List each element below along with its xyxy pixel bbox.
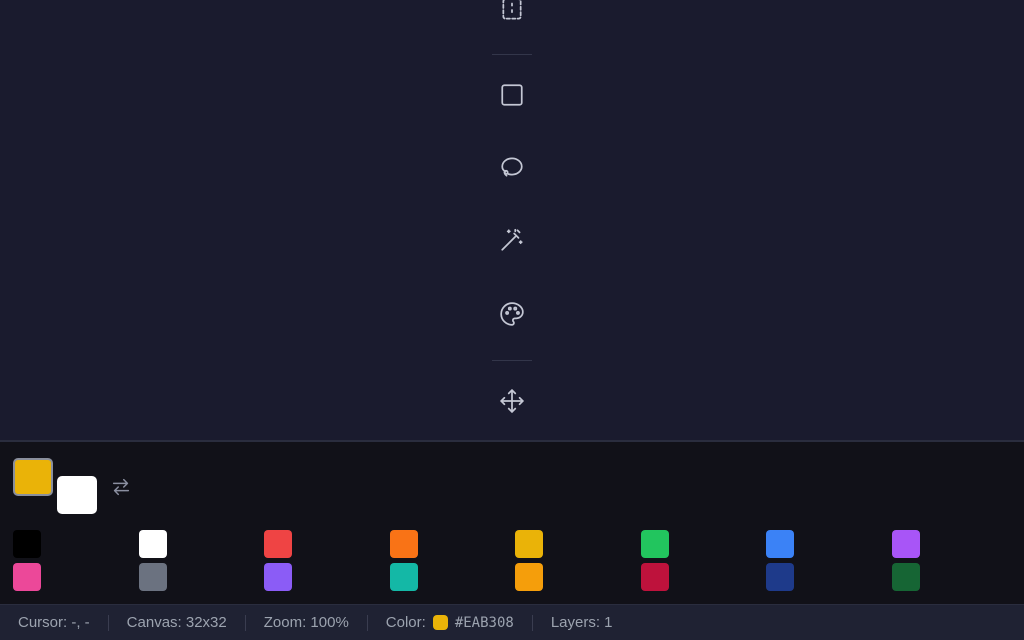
palette-swatch[interactable] xyxy=(892,530,920,558)
palette-swatch[interactable] xyxy=(390,563,418,591)
palette-tool-button[interactable] xyxy=(498,300,526,328)
palette-swatch[interactable] xyxy=(390,530,418,558)
magic-wand-icon xyxy=(501,228,523,251)
toolbar-divider xyxy=(492,54,532,55)
rectangle-tool-button[interactable] xyxy=(498,81,526,109)
palette-swatch[interactable] xyxy=(13,530,41,558)
zoom-level: Zoom: 100% xyxy=(263,614,349,631)
lasso-icon xyxy=(501,157,523,177)
tool-toolbar xyxy=(490,0,534,440)
palette-swatch[interactable] xyxy=(264,530,292,558)
move-icon xyxy=(500,389,524,413)
dashed-rect-icon xyxy=(502,0,522,20)
status-bar: Cursor: -, - Canvas: 32x32 Zoom: 100% Co… xyxy=(0,604,1024,640)
canvas-size: Canvas: 32x32 xyxy=(126,614,227,631)
color-indicator xyxy=(432,615,448,630)
secondary-color-swatch[interactable] xyxy=(57,476,97,514)
current-color: Color: #EAB308 xyxy=(368,614,532,631)
palette-swatch[interactable] xyxy=(264,563,292,591)
palette-swatch[interactable] xyxy=(139,563,167,591)
palette-swatch[interactable] xyxy=(641,563,669,591)
canvas-area[interactable] xyxy=(0,0,1024,440)
toolbar-divider xyxy=(492,360,532,361)
layer-count: Layers: 1 xyxy=(550,614,613,631)
palette-swatch[interactable] xyxy=(766,530,794,558)
palette-swatch[interactable] xyxy=(641,530,669,558)
color-panel xyxy=(0,440,1024,604)
cursor-position: Cursor: -, - xyxy=(18,614,90,631)
square-icon xyxy=(501,84,523,106)
swap-colors-button[interactable] xyxy=(110,476,132,498)
palette-swatch[interactable] xyxy=(892,563,920,591)
palette-icon xyxy=(500,302,524,326)
primary-color-swatch[interactable] xyxy=(13,458,53,496)
palette-swatch[interactable] xyxy=(766,563,794,591)
palette-swatch[interactable] xyxy=(13,563,41,591)
swap-icon xyxy=(112,478,130,496)
magic-wand-tool-button[interactable] xyxy=(498,226,526,254)
palette-swatch[interactable] xyxy=(515,563,543,591)
lasso-tool-button[interactable] xyxy=(498,153,526,181)
palette-swatch[interactable] xyxy=(139,530,167,558)
palette-swatch[interactable] xyxy=(515,530,543,558)
move-tool-button[interactable] xyxy=(498,387,526,415)
color-label: Color: xyxy=(385,614,426,631)
select-tool-button[interactable] xyxy=(498,0,526,24)
color-hex-value: #EAB308 xyxy=(454,614,514,631)
